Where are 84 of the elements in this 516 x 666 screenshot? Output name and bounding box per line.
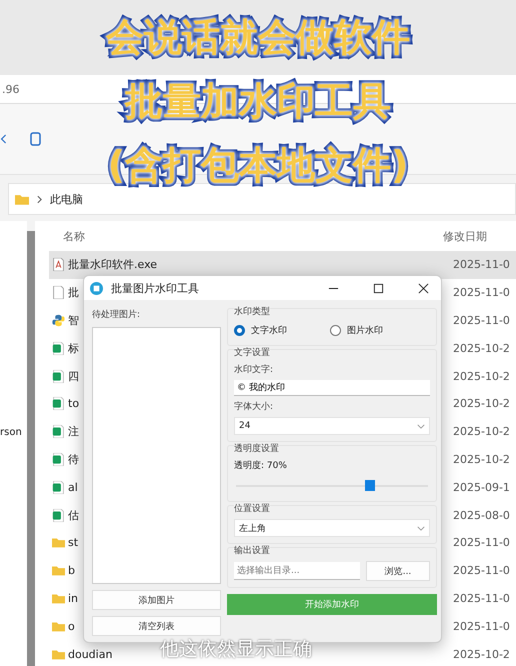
radio-button[interactable]: [330, 325, 341, 336]
modified-date: 2025-11-0: [453, 592, 510, 605]
chevron-icon: [37, 194, 42, 204]
modified-date: 2025-09-1: [453, 480, 510, 494]
python-icon: [52, 314, 64, 327]
output-folder-field[interactable]: 选择输出目录...: [234, 562, 360, 580]
app-icon: [90, 282, 103, 294]
spreadsheet-icon: [52, 425, 64, 438]
file-name[interactable]: 估: [67, 508, 79, 523]
field-label: 字体大小:: [234, 400, 274, 413]
radio-label[interactable]: 文字水印: [251, 324, 287, 337]
clear-list-button[interactable]: 清空列表: [92, 616, 221, 636]
position-dropdown[interactable]: 左上角: [234, 519, 430, 537]
window-title: 批量图片水印工具: [111, 280, 200, 296]
maximize-icon[interactable]: [373, 282, 384, 294]
watermark-text-field[interactable]: © 我的水印: [234, 380, 430, 396]
file-name[interactable]: 注: [67, 424, 79, 440]
folder-icon: [52, 648, 64, 661]
file-name[interactable]: 批量水印软件.exe: [67, 257, 158, 272]
file-name[interactable]: o: [67, 620, 75, 633]
file-name[interactable]: 四: [67, 368, 79, 384]
file-name[interactable]: in: [67, 592, 78, 605]
modified-date: 2025-10-2: [453, 397, 510, 410]
breadcrumb-item[interactable]: 此电脑: [50, 192, 83, 206]
caption-title: 会说话就会做软件: [106, 14, 410, 61]
modified-date: 2025-10-2: [453, 370, 510, 383]
list-label: 待处理图片:: [92, 308, 142, 321]
scrollbar[interactable]: [27, 231, 35, 666]
modified-date: 2025-11-0: [453, 536, 510, 550]
spreadsheet-icon: [52, 452, 64, 466]
modified-date: 2025-11-0: [453, 620, 510, 633]
spreadsheet-icon: [52, 508, 64, 522]
font-size-dropdown[interactable]: 24: [234, 417, 430, 435]
folder-icon: [15, 194, 29, 204]
subtitle: 他这依然显示正确: [160, 637, 312, 662]
address-text: .96: [2, 82, 20, 96]
group-title: 位置设置: [234, 502, 270, 515]
browse-button[interactable]: 浏览...: [366, 561, 430, 581]
radio-label[interactable]: 图片水印: [347, 324, 383, 337]
folder-icon: [52, 592, 64, 605]
document-icon: [52, 258, 64, 272]
radio-button[interactable]: [234, 325, 245, 336]
file-name[interactable]: 待: [67, 452, 79, 467]
field-label: 水印文字:: [234, 364, 274, 376]
chevron-down-icon: [417, 526, 425, 530]
folder-icon: [52, 620, 64, 633]
modified-date: 2025-10-2: [453, 648, 510, 661]
group-title: 水印类型: [234, 305, 270, 318]
modified-date: 2025-11-0: [453, 258, 510, 272]
close-icon[interactable]: [418, 282, 429, 294]
folder-icon: [52, 564, 64, 578]
spreadsheet-icon: [52, 397, 64, 410]
column-header[interactable]: 名称: [63, 228, 443, 244]
modified-date: 2025-11-0: [453, 286, 510, 300]
modified-date: 2025-10-2: [453, 342, 510, 355]
file-name[interactable]: al: [67, 480, 78, 494]
file-name[interactable]: 批: [67, 285, 79, 300]
add-images-button[interactable]: 添加图片: [92, 590, 221, 610]
group-title: 文字设置: [234, 346, 270, 359]
file-name[interactable]: doudian: [67, 648, 112, 661]
file-name[interactable]: st: [67, 536, 78, 550]
modified-date: 2025-10-2: [453, 425, 510, 438]
file-icon: [52, 286, 64, 300]
group-title: 输出设置: [234, 544, 270, 557]
spreadsheet-icon: [52, 342, 64, 355]
modified-date: 2025-10-2: [453, 452, 510, 466]
file-name[interactable]: 智: [67, 312, 79, 328]
copy-icon[interactable]: [28, 131, 42, 147]
caption-title: (含打包本地文件): [108, 142, 408, 189]
modified-date: 2025-08-0: [453, 508, 510, 522]
folder-icon: [52, 536, 64, 550]
column-header[interactable]: 修改日期: [443, 228, 487, 244]
modified-date: 2025-11-0: [453, 564, 510, 578]
spreadsheet-icon: [52, 480, 64, 494]
chevron-down-icon: [417, 424, 425, 428]
file-name[interactable]: 标: [67, 340, 79, 356]
spreadsheet-icon: [52, 370, 64, 383]
opacity-reading: 透明度: 70%: [234, 460, 288, 472]
caption-title: 批量加水印工具: [125, 78, 391, 125]
file-name[interactable]: to: [67, 397, 80, 410]
sidebar-item[interactable]: rson: [0, 427, 22, 438]
modified-date: 2025-11-0: [453, 314, 510, 327]
file-name[interactable]: b: [67, 564, 75, 578]
group-title: 透明度设置: [234, 442, 279, 455]
